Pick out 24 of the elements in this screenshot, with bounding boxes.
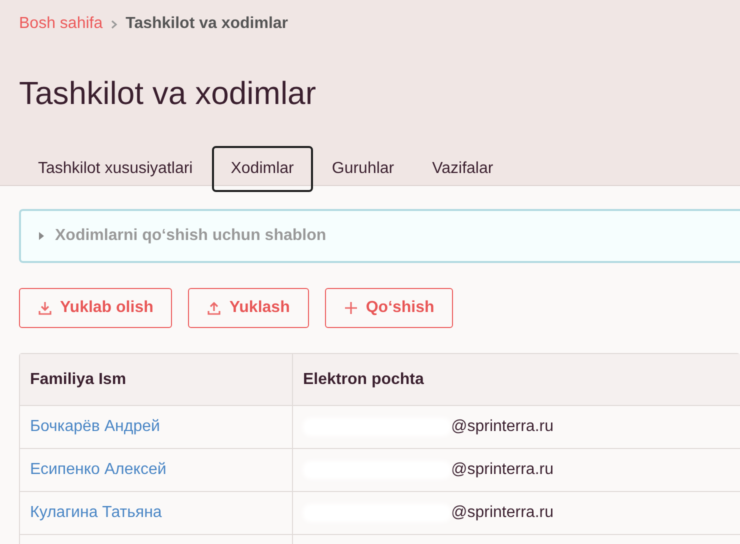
tab[interactable]: Guruhlar bbox=[312, 146, 414, 192]
tab[interactable]: Xodimlar bbox=[212, 146, 313, 192]
breadcrumb-link[interactable]: Bosh sahifa bbox=[19, 12, 103, 36]
template-panel[interactable]: Xodimlarni qo‘shish uchun shablon bbox=[19, 209, 740, 263]
employee-name-link[interactable]: Есипенко Алексей bbox=[30, 461, 166, 478]
email-text: @sprinterra.ru bbox=[451, 418, 554, 435]
upload-button[interactable]: Yuklash bbox=[188, 288, 309, 328]
tab[interactable]: Tashkilot xususiyatlari bbox=[19, 146, 212, 192]
column-header: Familiya Ism bbox=[20, 354, 292, 406]
upload-icon bbox=[207, 301, 222, 315]
page-title: Tashkilot va xodimlar bbox=[19, 74, 317, 112]
email-text: @sprinterra.ru bbox=[451, 461, 554, 478]
chevron-icon bbox=[110, 20, 118, 28]
add-button[interactable]: Qo‘shish bbox=[324, 288, 454, 328]
email-text: @sprinterra.ru bbox=[451, 504, 554, 521]
employee-name-link[interactable]: Кулагина Татьяна bbox=[30, 504, 162, 521]
panel-title: Xodimlarni qo‘shish uchun shablon bbox=[55, 226, 326, 246]
column-header: Elektron pochta bbox=[292, 354, 740, 406]
download-button[interactable]: Yuklab olish bbox=[19, 288, 172, 328]
employee-name-link[interactable]: Бочкарёв Андрей bbox=[30, 418, 160, 435]
tab[interactable]: Vazifalar bbox=[413, 146, 512, 192]
plus-icon bbox=[344, 301, 358, 315]
breadcrumb-current: Tashkilot va xodimlar bbox=[126, 14, 288, 34]
download-icon bbox=[38, 301, 52, 315]
